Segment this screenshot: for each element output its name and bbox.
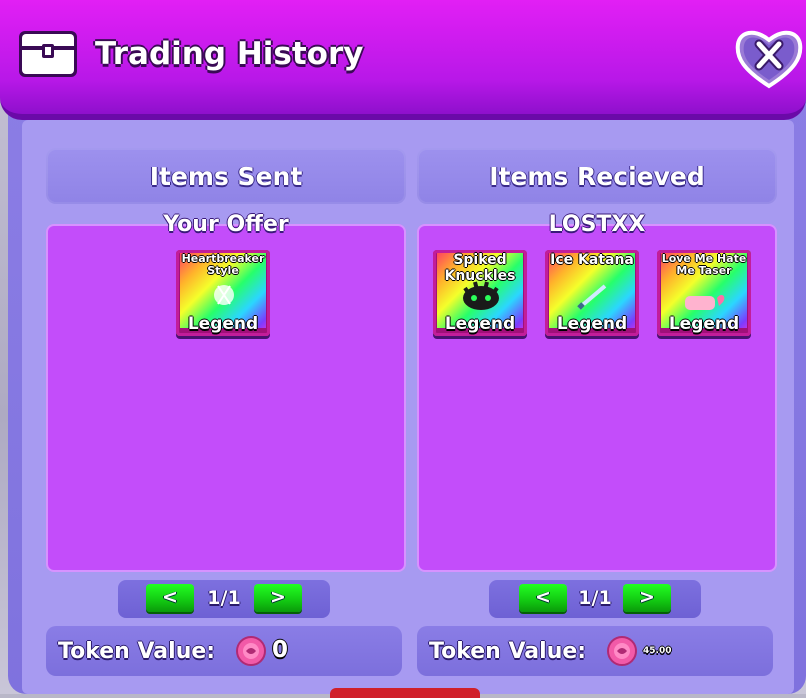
items-received-box: Spiked Knuckles Legend Ice Katana Legend… [417, 224, 777, 572]
chevron-right-icon: > [639, 586, 655, 608]
token-value-label: Token Value: [429, 639, 587, 664]
pager-right: < 1/1 > [489, 580, 701, 618]
token-value: 0 [272, 637, 289, 663]
page-title: Trading History [95, 36, 364, 72]
next-page-button[interactable]: > [254, 584, 302, 612]
token-value-label: Token Value: [58, 639, 216, 664]
next-page-button[interactable]: > [623, 584, 671, 612]
item-thumbnail [577, 284, 607, 310]
token-value: 45.00 [643, 646, 672, 656]
item-rarity: Legend [187, 314, 259, 334]
item-name: Heartbreaker Style [181, 252, 265, 277]
items-sent-title: Items Sent [149, 162, 303, 191]
bottom-tab-edge [330, 688, 480, 698]
item-card[interactable]: Love Me Hate Me Taser Legend [657, 250, 751, 336]
chevron-right-icon: > [270, 586, 286, 608]
items-sent-box: Heartbreaker Style Legend [46, 224, 406, 572]
pager-left: < 1/1 > [118, 580, 330, 618]
trader-name-label: LOSTXX [548, 212, 646, 237]
item-name: Love Me Hate Me Taser [661, 252, 747, 277]
item-thumbnail [685, 295, 725, 310]
items-received-header: Items Recieved [417, 148, 777, 204]
items-sent-header: Items Sent [46, 148, 406, 204]
token-value-bar: Token Value: 45.00 [417, 626, 773, 676]
chest-icon [19, 31, 77, 77]
item-rarity: Legend [556, 314, 628, 334]
item-card[interactable]: Heartbreaker Style Legend [176, 250, 270, 336]
item-thumbnail [214, 285, 234, 305]
item-name: Ice Katana [550, 252, 634, 268]
header-bar: Trading History [0, 0, 806, 120]
item-card[interactable]: Ice Katana Legend [545, 250, 639, 336]
token-coin-icon [607, 636, 637, 666]
item-rarity: Legend [668, 314, 740, 334]
close-icon[interactable] [734, 26, 804, 90]
token-coin-icon [236, 636, 266, 666]
item-card[interactable]: Spiked Knuckles Legend [433, 250, 527, 336]
token-value-bar: Token Value: 0 [46, 626, 402, 676]
items-received-title: Items Recieved [489, 162, 705, 191]
offer-owner-label: Your Offer [163, 212, 289, 237]
item-rarity: Legend [444, 314, 516, 334]
item-name: Spiked Knuckles [444, 252, 516, 284]
